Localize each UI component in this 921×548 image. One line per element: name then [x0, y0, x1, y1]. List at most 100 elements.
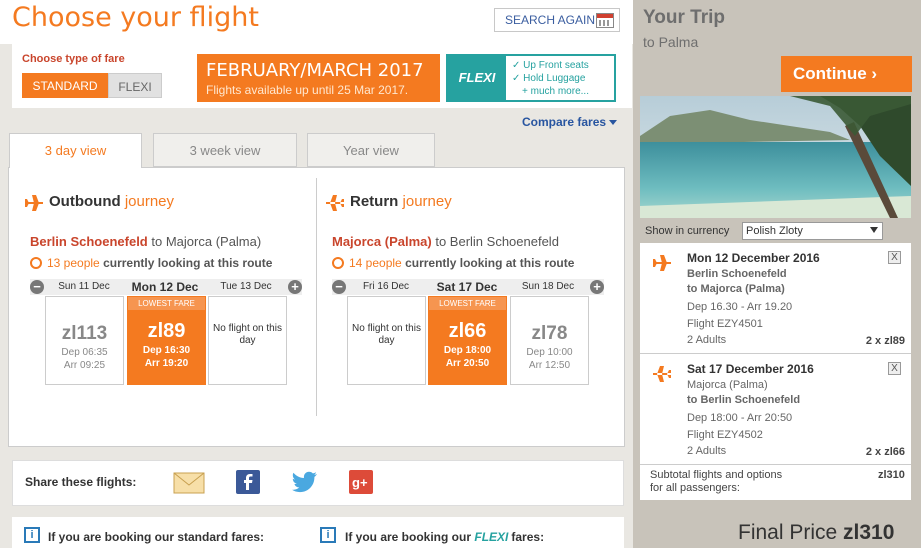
subtotal-label: Subtotal flights and options for all pas…	[650, 469, 782, 495]
fare-dep: Dep 10:00	[526, 347, 573, 358]
outbound-title-main: Outbound	[49, 193, 121, 210]
fare-dep: Dep 06:35	[61, 347, 108, 358]
twitter-icon[interactable]	[292, 470, 318, 494]
date-label[interactable]: Fri 16 Dec	[347, 281, 425, 292]
currency-select[interactable]: Polish Zloty	[742, 222, 883, 240]
segment-date: Mon 12 December 2016	[687, 251, 820, 265]
remove-segment-button[interactable]: X	[888, 251, 901, 264]
fare-price: zl66	[448, 320, 487, 342]
tab-3-day-view[interactable]: 3 day view	[9, 133, 142, 168]
return-fare-card-selected[interactable]: LOWEST FARE zl66 Dep 18:00 Arr 20:50	[428, 296, 507, 385]
info-flexi-word: FLEXI	[474, 530, 509, 544]
compare-fares-link[interactable]: Compare fares	[522, 115, 618, 129]
prev-day-button[interactable]: −	[332, 280, 346, 294]
prev-day-button[interactable]: −	[30, 280, 44, 294]
outbound-title-suffix: journey	[124, 193, 175, 210]
final-price: Final Price zl310	[738, 521, 894, 545]
subtotal-amount: zl310	[878, 469, 905, 481]
search-again-button[interactable]: SEARCH AGAIN	[494, 8, 620, 32]
plane-return-icon	[326, 195, 344, 211]
outbound-title: Outbound journey	[49, 193, 174, 210]
fare-flexi-button[interactable]: FLEXI	[108, 73, 162, 98]
fare-dep: Dep 18:00	[443, 345, 492, 356]
segment-from: Majorca (Palma)	[687, 379, 768, 391]
segment-divider	[640, 353, 911, 354]
promo-subtitle: Flights available up until 25 Mar 2017.	[206, 83, 409, 97]
outbound-date-bar: − Sun 11 Dec Mon 12 Dec Tue 13 Dec +	[30, 279, 302, 295]
trip-title: Your Trip	[643, 7, 725, 28]
google-plus-icon[interactable]: g+	[349, 470, 373, 494]
fare-arr: Arr 20:50	[445, 358, 490, 369]
info-standard-text: If you are booking our standard fares:	[48, 530, 265, 544]
segment-to: to Majorca (Palma)	[687, 283, 785, 295]
trip-segment-outbound: Mon 12 December 2016 X Berlin Schoenefel…	[640, 245, 911, 350]
return-looking-count: 14 people	[349, 256, 402, 270]
date-label-selected[interactable]: Sat 17 Dec	[428, 280, 506, 294]
plane-outbound-icon	[653, 255, 671, 271]
date-label[interactable]: Tue 13 Dec	[207, 281, 285, 292]
tab-3-week-view[interactable]: 3 week view	[153, 133, 297, 167]
outbound-looking-text: currently looking at this route	[103, 256, 273, 270]
fare-arr: Arr 12:50	[528, 360, 571, 371]
tab-year-view[interactable]: Year view	[307, 133, 435, 167]
date-label[interactable]: Sun 18 Dec	[509, 281, 587, 292]
fare-arr: Arr 09:25	[63, 360, 106, 371]
alarm-clock-icon	[30, 257, 42, 269]
outbound-looking-count: 13 people	[47, 256, 100, 270]
flexi-feature: + much more...	[522, 86, 589, 97]
segment-date: Sat 17 December 2016	[687, 362, 814, 376]
flexi-logo: FLEXI	[448, 56, 506, 100]
subtotal-label-line: for all passengers:	[650, 482, 740, 494]
segment-from: Berlin Schoenefeld	[687, 268, 787, 280]
fare-type-label: Choose type of fare	[22, 53, 125, 65]
trip-segment-return: Sat 17 December 2016 X Majorca (Palma) t…	[640, 356, 911, 461]
return-title-main: Return	[350, 193, 399, 210]
return-from: Majorca (Palma)	[332, 234, 432, 249]
remove-segment-button[interactable]: X	[888, 362, 901, 375]
page-title: Choose your flight	[12, 2, 259, 33]
next-day-button[interactable]: +	[288, 280, 302, 294]
date-label[interactable]: Sun 11 Dec	[45, 281, 123, 292]
info-icon: i	[320, 527, 336, 543]
chevron-down-icon	[870, 227, 878, 233]
subtotal-label-line: Subtotal flights and options	[650, 469, 783, 481]
promo-title: FEBRUARY/MARCH 2017	[206, 60, 424, 81]
return-title-suffix: journey	[402, 193, 452, 210]
final-price-value: zl310	[843, 521, 895, 544]
currency-label: Show in currency	[645, 225, 730, 237]
email-icon[interactable]	[173, 472, 205, 494]
segment-pax: 2 Adults	[687, 334, 727, 346]
flexi-banner[interactable]: FLEXI ✓ Up Front seats ✓ Hold Luggage + …	[446, 54, 616, 102]
flexi-feature: ✓ Up Front seats	[512, 60, 589, 71]
outbound-from: Berlin Schoenefeld	[30, 234, 148, 249]
return-looking: 14 people currently looking at this rout…	[332, 256, 574, 270]
date-label-selected[interactable]: Mon 12 Dec	[126, 280, 204, 294]
segment-flight: Flight EZY4502	[687, 429, 763, 441]
return-title: Return journey	[350, 193, 452, 210]
facebook-icon[interactable]	[236, 470, 260, 494]
trip-subtitle: to Palma	[643, 34, 699, 50]
segment-pax: 2 Adults	[687, 445, 727, 457]
return-fare-card[interactable]: zl78 Dep 10:00 Arr 12:50	[510, 296, 589, 385]
outbound-no-flight-card: No flight on this day	[208, 296, 287, 385]
outbound-route: Berlin Schoenefeld to Majorca (Palma)	[30, 234, 261, 249]
fare-standard-button[interactable]: STANDARD	[22, 73, 108, 98]
return-to-word: to	[435, 234, 447, 249]
segment-times: Dep 16.30 - Arr 19.20	[687, 301, 793, 313]
fare-price: zl113	[61, 323, 108, 344]
info-flexi-suffix: fares:	[511, 530, 545, 544]
outbound-to-word: to	[151, 234, 163, 249]
continue-button[interactable]: Continue ›	[781, 56, 912, 92]
return-date-bar: − Fri 16 Dec Sat 17 Dec Sun 18 Dec +	[332, 279, 604, 295]
search-again-label: SEARCH AGAIN	[505, 13, 596, 27]
outbound-fare-card[interactable]: zl113 Dep 06:35 Arr 09:25	[45, 296, 124, 385]
next-day-button[interactable]: +	[590, 280, 604, 294]
return-looking-text: currently looking at this route	[405, 256, 575, 270]
currency-value: Polish Zloty	[746, 225, 803, 237]
plane-return-icon	[653, 366, 671, 382]
calendar-icon	[596, 13, 614, 28]
promo-banner[interactable]: FEBRUARY/MARCH 2017 Flights available up…	[197, 54, 440, 102]
chevron-down-icon	[609, 120, 618, 126]
outbound-fare-card-selected[interactable]: LOWEST FARE zl89 Dep 16:30 Arr 19:20	[127, 296, 206, 385]
info-flexi-text: If you are booking our FLEXI fares:	[345, 530, 544, 544]
